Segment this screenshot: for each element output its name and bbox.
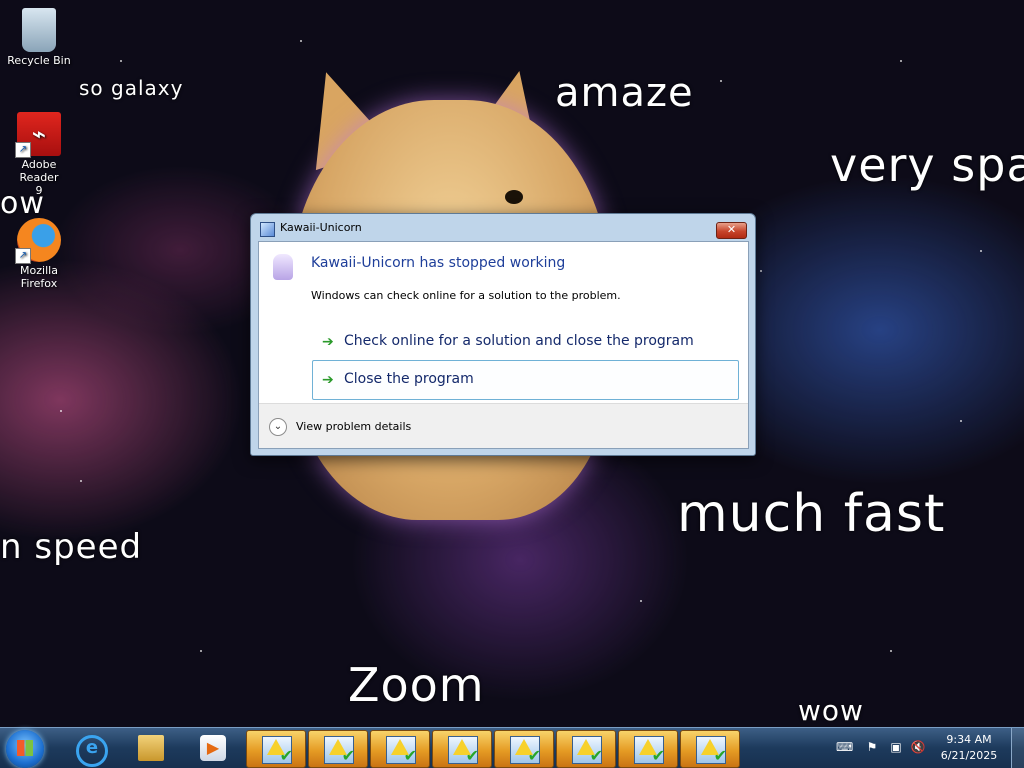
taskbar-task-button[interactable]: ✔ — [308, 730, 368, 768]
option-label: Check online for a solution and close th… — [344, 333, 694, 349]
check-online-option[interactable]: ➔ Check online for a solution and close … — [312, 322, 739, 362]
dialog-heading: Kawaii-Unicorn has stopped working — [311, 255, 566, 271]
adobe-reader-icon: ⌁ ↗ — [15, 112, 61, 158]
desktop-icon-label: Recycle Bin — [7, 54, 71, 67]
warning-app-icon: ✔ — [572, 736, 603, 765]
dialog-subtext: Windows can check online for a solution … — [311, 289, 621, 302]
dialog-footer: ⌄ View problem details — [259, 403, 748, 448]
taskbar-task-button[interactable]: ✔ — [680, 730, 740, 768]
taskbar-task-button[interactable]: ✔ — [556, 730, 616, 768]
dialog-titlebar[interactable]: Kawaii-Unicorn ✕ — [251, 214, 755, 241]
desktop-icon-firefox[interactable]: ↗ Mozilla Firefox — [1, 218, 77, 290]
warning-app-icon: ✔ — [262, 736, 293, 765]
meme-text: Zoom — [348, 658, 485, 712]
desktop-icon-label: Mozilla Firefox — [20, 264, 58, 290]
chevron-down-icon[interactable]: ⌄ — [269, 418, 287, 436]
taskbar-pin-internet-explorer[interactable]: e — [62, 731, 114, 767]
clock-date: 6/21/2025 — [940, 749, 998, 762]
warning-app-icon: ✔ — [448, 736, 479, 765]
meme-text: very spa — [830, 138, 1024, 192]
taskbar-pin-media-player[interactable]: ▶ — [186, 731, 238, 765]
dialog-body: Kawaii-Unicorn has stopped working Windo… — [258, 241, 749, 449]
dialog-app-icon — [260, 222, 275, 237]
keyboard-icon[interactable]: ⌨ — [836, 740, 853, 754]
windows-logo-icon — [17, 740, 33, 756]
shortcut-arrow-icon: ↗ — [15, 142, 31, 158]
action-center-flag-icon[interactable]: ⚑ — [864, 740, 880, 754]
warning-app-icon: ✔ — [386, 736, 417, 765]
meme-text: wow — [798, 694, 864, 727]
taskbar-task-button[interactable]: ✔ — [370, 730, 430, 768]
warning-app-icon: ✔ — [510, 736, 541, 765]
warning-app-icon: ✔ — [324, 736, 355, 765]
dialog-title: Kawaii-Unicorn — [280, 221, 362, 234]
taskbar-task-button[interactable]: ✔ — [246, 730, 306, 768]
windows-explorer-icon — [138, 735, 164, 761]
doge-eye — [505, 190, 523, 204]
firefox-icon: ↗ — [15, 218, 61, 264]
taskbar-pin-windows-explorer[interactable] — [124, 731, 176, 765]
shortcut-arrow-icon: ↗ — [15, 248, 31, 264]
error-dialog: Kawaii-Unicorn ✕ Kawaii-Unicorn has stop… — [250, 213, 756, 456]
option-label: Close the program — [344, 371, 474, 387]
view-problem-details-link[interactable]: View problem details — [296, 420, 411, 433]
taskbar-task-button[interactable]: ✔ — [432, 730, 492, 768]
network-icon[interactable]: ▣ — [888, 740, 904, 754]
media-player-icon: ▶ — [200, 735, 226, 761]
clock[interactable]: 9:34 AM 6/21/2025 — [934, 732, 1004, 764]
warning-app-icon: ✔ — [634, 736, 665, 765]
desktop-icon-recycle-bin[interactable]: Recycle Bin — [1, 8, 77, 67]
green-arrow-icon: ➔ — [322, 334, 334, 350]
green-arrow-icon: ➔ — [322, 372, 334, 388]
start-button[interactable] — [6, 730, 44, 768]
close-program-option[interactable]: ➔ Close the program — [312, 360, 739, 400]
taskbar: e ▶ ✔ ✔ ✔ ✔ ✔ ✔ ✔ ✔ ⌨ ⚑ ▣ 🔇 9:34 AM 6/21… — [0, 727, 1024, 768]
desktop-icon-label: Adobe Reader 9 — [19, 158, 59, 197]
volume-muted-icon[interactable]: 🔇 — [910, 740, 926, 754]
show-desktop-button[interactable] — [1011, 728, 1024, 768]
taskbar-task-button[interactable]: ✔ — [618, 730, 678, 768]
meme-text: so galaxy — [79, 76, 184, 100]
meme-text: n speed — [0, 527, 143, 567]
recycle-bin-icon — [22, 8, 56, 52]
clock-time: 9:34 AM — [946, 733, 992, 746]
desktop-icon-adobe-reader[interactable]: ⌁ ↗ Adobe Reader 9 — [1, 112, 77, 197]
internet-explorer-icon: e — [76, 735, 108, 767]
meme-text: amaze — [555, 70, 694, 116]
warning-app-icon: ✔ — [696, 736, 727, 765]
unicorn-app-icon — [273, 254, 293, 280]
close-button[interactable]: ✕ — [716, 222, 747, 239]
meme-text: much fast — [677, 484, 946, 544]
taskbar-task-button[interactable]: ✔ — [494, 730, 554, 768]
system-tray: ⌨ ⚑ ▣ 🔇 9:34 AM 6/21/2025 — [834, 728, 1024, 768]
